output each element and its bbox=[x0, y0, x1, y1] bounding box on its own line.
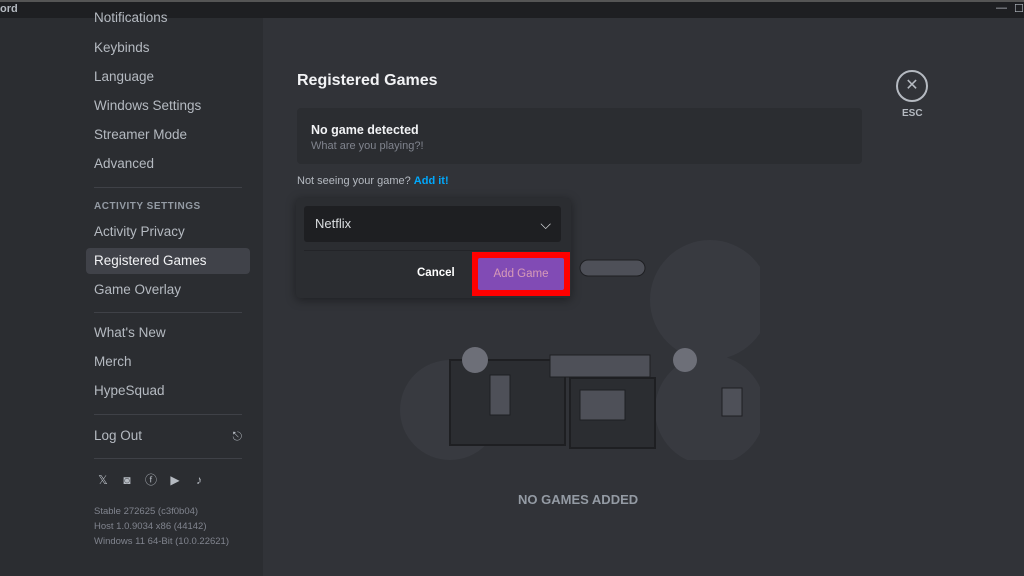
version-os: Windows 11 64-Bit (10.0.22621) bbox=[94, 536, 230, 547]
add-game-button[interactable]: Add Game bbox=[478, 258, 564, 290]
facebook-icon[interactable]: ⓕ bbox=[144, 473, 158, 487]
app-title: ord bbox=[0, 3, 18, 15]
highlight-box: Add Game bbox=[472, 252, 570, 296]
close-icon: ✕ bbox=[905, 77, 919, 94]
page-title: Registered Games bbox=[297, 72, 438, 89]
sidebar-item-whats-new[interactable]: What's New bbox=[86, 320, 250, 346]
logout-button[interactable]: Log Out ⎋ bbox=[86, 423, 250, 449]
close-button[interactable]: ✕ bbox=[896, 70, 928, 102]
section-header-activity: ACTIVITY SETTINGS bbox=[94, 201, 201, 212]
divider bbox=[94, 458, 242, 459]
divider bbox=[94, 312, 242, 313]
youtube-icon[interactable]: ▶ bbox=[168, 473, 182, 487]
sidebar-item-game-overlay[interactable]: Game Overlay bbox=[86, 277, 250, 303]
divider bbox=[304, 250, 561, 251]
sidebar-item-language[interactable]: Language bbox=[86, 64, 250, 90]
hint-text: Not seeing your game? bbox=[297, 175, 411, 187]
sidebar-item-registered-games[interactable]: Registered Games bbox=[86, 248, 250, 274]
instagram-icon[interactable]: ◙ bbox=[120, 473, 134, 487]
add-it-link[interactable]: Add it! bbox=[414, 175, 449, 187]
sidebar-item-streamer-mode[interactable]: Streamer Mode bbox=[86, 122, 250, 148]
minimize-button[interactable]: — bbox=[996, 2, 1007, 14]
sidebar-item-windows-settings[interactable]: Windows Settings bbox=[86, 93, 250, 119]
sidebar-item-merch[interactable]: Merch bbox=[86, 349, 250, 375]
version-stable: Stable 272625 (c3f0b04) bbox=[94, 506, 199, 517]
maximize-button[interactable]: ☐ bbox=[1014, 2, 1024, 15]
card-title: No game detected bbox=[311, 123, 419, 137]
divider bbox=[94, 414, 242, 415]
empty-state-text: NO GAMES ADDED bbox=[518, 492, 639, 507]
chevron-down-icon: ⌵ bbox=[540, 216, 551, 232]
logout-icon: ⎋ bbox=[232, 429, 243, 443]
tiktok-icon[interactable]: ♪ bbox=[192, 473, 206, 487]
add-game-hint: Not seeing your game? Add it! bbox=[297, 175, 449, 187]
esc-label: ESC bbox=[902, 108, 923, 119]
divider bbox=[94, 187, 242, 188]
game-select-value: Netflix bbox=[315, 216, 352, 231]
cancel-button[interactable]: Cancel bbox=[417, 267, 455, 279]
card-subtitle: What are you playing?! bbox=[311, 140, 424, 152]
version-host: Host 1.0.9034 x86 (44142) bbox=[94, 521, 207, 532]
game-select[interactable]: Netflix ⌵ bbox=[304, 206, 561, 242]
x-icon[interactable]: 𝕏 bbox=[96, 473, 110, 487]
sidebar-item-keybinds[interactable]: Keybinds bbox=[86, 35, 250, 61]
sidebar-item-hypesquad[interactable]: HypeSquad bbox=[86, 378, 250, 404]
logout-label: Log Out bbox=[94, 428, 143, 443]
sidebar-item-advanced[interactable]: Advanced bbox=[86, 151, 250, 177]
sidebar-item-notifications[interactable]: Notifications bbox=[86, 8, 250, 28]
sidebar-item-activity-privacy[interactable]: Activity Privacy bbox=[86, 219, 250, 245]
detected-game-card: No game detected What are you playing?! bbox=[297, 108, 862, 164]
